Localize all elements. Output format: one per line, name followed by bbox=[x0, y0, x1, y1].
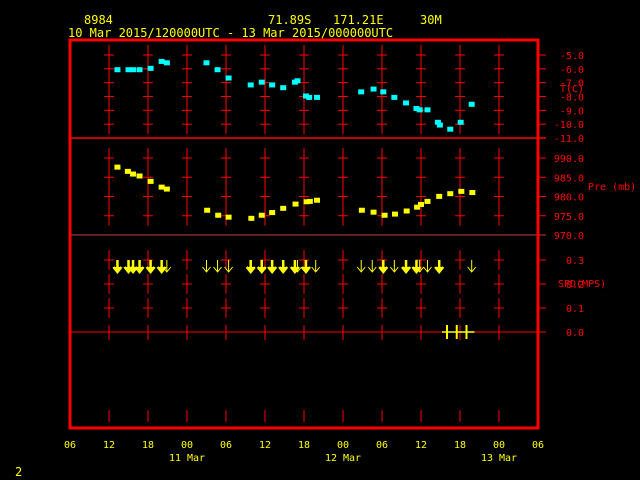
temperature-point bbox=[370, 86, 377, 92]
temperature-point bbox=[269, 82, 276, 88]
x-tick-label: 00 bbox=[493, 440, 505, 451]
y-tick-label: 985.0 bbox=[554, 173, 584, 184]
y-tick-label: 975.0 bbox=[554, 212, 584, 223]
y-tick-label: 0.1 bbox=[566, 304, 584, 315]
temperature-point bbox=[114, 67, 121, 73]
pressure-point bbox=[114, 164, 121, 170]
temperature-point bbox=[436, 122, 443, 128]
temperature-point bbox=[280, 85, 287, 91]
axis-label-temperature: T(C) bbox=[560, 84, 584, 95]
pressure-point bbox=[403, 208, 410, 214]
pressure-point bbox=[392, 211, 398, 217]
axis-label-wind-speed: SPD(MPS) bbox=[558, 279, 606, 290]
x-tick-label: 12 bbox=[415, 440, 427, 451]
x-date-label: 13 Mar bbox=[481, 453, 517, 464]
y-tick-label: -9.0 bbox=[560, 106, 584, 117]
pressure-point bbox=[158, 184, 165, 190]
temperature-point bbox=[158, 58, 165, 64]
temperature-point bbox=[447, 126, 454, 132]
pressure-point bbox=[147, 178, 154, 184]
pressure-point bbox=[458, 188, 465, 194]
x-tick-label: 18 bbox=[454, 440, 466, 451]
meteogram: -5.0-6.0-7.0-8.0-9.0-10.0-11.0T(C)990.09… bbox=[64, 38, 636, 464]
temperature-point bbox=[203, 60, 210, 66]
pressure-point bbox=[418, 201, 424, 207]
x-tick-label: 06 bbox=[376, 440, 388, 451]
temperature-point bbox=[136, 67, 143, 73]
x-date-label: 12 Mar bbox=[325, 453, 361, 464]
wind-arrow-head bbox=[267, 266, 278, 275]
pressure-point bbox=[136, 173, 143, 179]
temperature-point bbox=[468, 101, 475, 107]
pressure-point bbox=[204, 207, 211, 213]
pressure-point bbox=[358, 207, 365, 213]
temperature-point bbox=[147, 65, 154, 71]
y-tick-label: -11.0 bbox=[554, 134, 584, 145]
y-tick-label: 0.0 bbox=[566, 328, 584, 339]
axis-label-pressure: Pre (mb) bbox=[588, 182, 636, 193]
temperature-point bbox=[391, 94, 398, 100]
pressure-point bbox=[292, 201, 299, 207]
wind-arrow-head bbox=[401, 266, 412, 275]
y-tick-label: 970.0 bbox=[554, 231, 584, 242]
pressure-point bbox=[436, 193, 443, 199]
pressure-point bbox=[306, 198, 313, 204]
wind-arrow-head bbox=[245, 266, 256, 275]
temperature-point bbox=[457, 119, 464, 125]
temperature-point bbox=[306, 94, 313, 100]
pressure-point bbox=[469, 190, 476, 196]
temperature-point bbox=[130, 67, 137, 73]
wind-arrow-head bbox=[112, 266, 123, 275]
y-tick-label: -6.0 bbox=[560, 65, 584, 76]
temperature-point bbox=[258, 79, 265, 85]
pressure-point bbox=[424, 198, 431, 204]
x-tick-label: 06 bbox=[64, 440, 76, 451]
temperature-point bbox=[225, 75, 232, 81]
temperature-point bbox=[380, 89, 387, 95]
y-tick-label: 990.0 bbox=[554, 154, 584, 165]
y-tick-label: -10.0 bbox=[554, 120, 584, 131]
temperature-point bbox=[314, 94, 320, 100]
x-tick-label: 12 bbox=[103, 440, 115, 451]
y-tick-label: -5.0 bbox=[560, 51, 584, 62]
temperature-point bbox=[214, 67, 221, 73]
wind-arrow-head bbox=[378, 266, 389, 275]
x-date-label: 11 Mar bbox=[169, 453, 205, 464]
pressure-point bbox=[370, 209, 377, 215]
temperature-point bbox=[247, 82, 254, 88]
pressure-point bbox=[447, 191, 454, 197]
wind-arrow-head bbox=[434, 266, 445, 275]
wind-arrow-head bbox=[145, 266, 156, 275]
pressure-point bbox=[248, 215, 255, 221]
wind-arrow-head bbox=[300, 266, 311, 275]
pressure-point bbox=[258, 212, 265, 218]
pressure-point bbox=[215, 212, 222, 218]
y-tick-label: 980.0 bbox=[554, 193, 584, 204]
wind-arrow-head bbox=[134, 266, 145, 275]
temperature-point bbox=[358, 89, 365, 95]
y-tick-label: 0.3 bbox=[566, 256, 584, 267]
pressure-point bbox=[314, 197, 320, 203]
x-tick-label: 06 bbox=[220, 440, 232, 451]
x-tick-label: 06 bbox=[532, 440, 544, 451]
temperature-point bbox=[294, 78, 301, 84]
x-tick-label: 00 bbox=[337, 440, 349, 451]
pressure-point bbox=[280, 205, 287, 211]
x-tick-label: 18 bbox=[142, 440, 154, 451]
pressure-point bbox=[225, 214, 232, 220]
temperature-point bbox=[163, 60, 170, 66]
wind-arrow-head bbox=[278, 266, 289, 275]
pressure-point bbox=[381, 212, 388, 218]
pressure-point bbox=[124, 168, 131, 174]
x-tick-label: 18 bbox=[298, 440, 310, 451]
x-tick-label: 00 bbox=[181, 440, 193, 451]
pressure-point bbox=[269, 210, 276, 216]
pressure-point bbox=[130, 171, 137, 177]
temperature-point bbox=[416, 107, 423, 113]
pressure-point bbox=[163, 186, 170, 192]
temperature-point bbox=[424, 107, 431, 113]
x-tick-label: 12 bbox=[259, 440, 271, 451]
temperature-point bbox=[403, 100, 410, 106]
wind-arrow-head bbox=[256, 266, 267, 275]
